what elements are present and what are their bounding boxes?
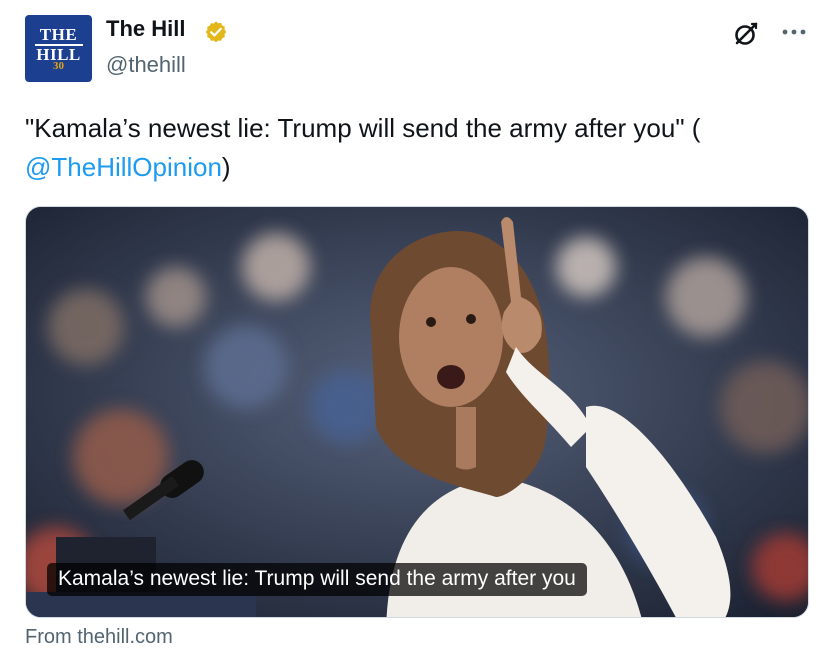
tweet-text-prefix: "Kamala’s newest lie: Trump will send th… bbox=[25, 113, 701, 143]
card-source[interactable]: From thehill.com bbox=[25, 626, 173, 649]
tweet-text-suffix: ) bbox=[221, 152, 231, 182]
avatar-logo-anniversary: 30 bbox=[53, 59, 64, 72]
grok-icon[interactable] bbox=[732, 20, 760, 48]
more-options-icon[interactable] bbox=[780, 20, 808, 44]
verified-badge-icon[interactable] bbox=[204, 20, 228, 44]
display-name[interactable]: The Hill bbox=[106, 16, 185, 42]
tweet-text: "Kamala’s newest lie: Trump will send th… bbox=[25, 109, 815, 187]
avatar-logo-years: 30 bbox=[53, 59, 64, 72]
avatar[interactable]: THE HILL 30 bbox=[25, 15, 92, 82]
mention-link[interactable]: @TheHillOpinion bbox=[25, 152, 222, 182]
card-caption: Kamala’s newest lie: Trump will send the… bbox=[47, 563, 587, 596]
link-card[interactable]: Kamala’s newest lie: Trump will send the… bbox=[25, 206, 809, 618]
avatar-logo-line1: THE bbox=[39, 24, 78, 44]
card-image bbox=[26, 207, 808, 617]
handle[interactable]: @thehill bbox=[106, 52, 186, 78]
